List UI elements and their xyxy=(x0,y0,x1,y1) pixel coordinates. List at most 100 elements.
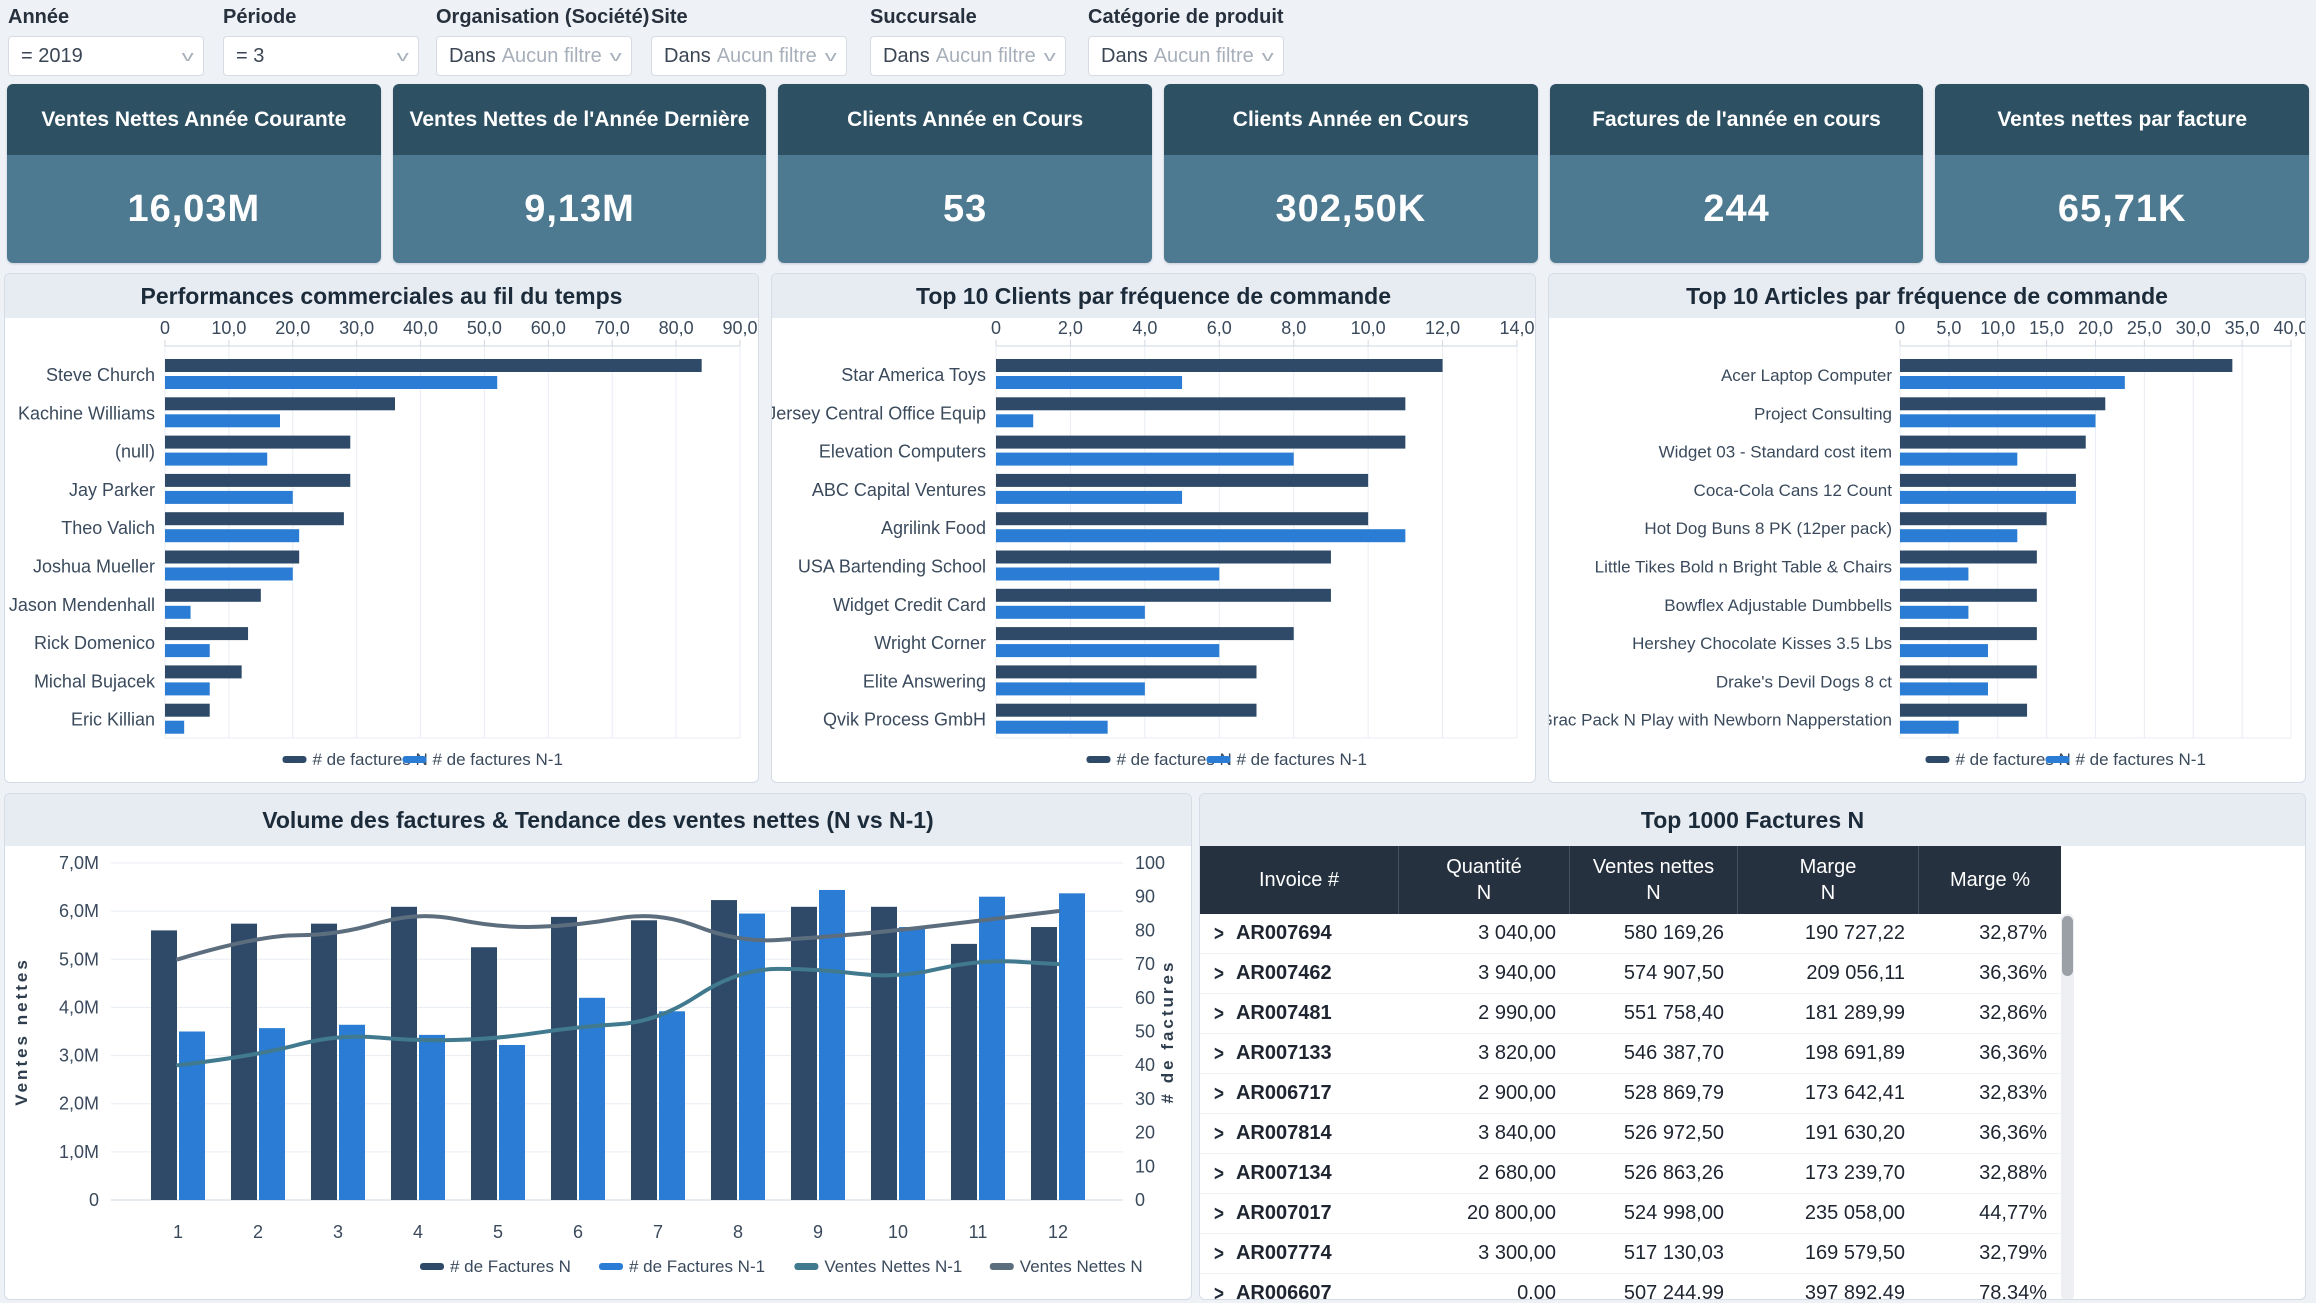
bar-factures-n1[interactable] xyxy=(899,927,925,1200)
bar-n1[interactable] xyxy=(996,682,1145,695)
table-row[interactable]: >AR0066070,00507 244,99397 892,4978,34% xyxy=(1200,1274,2073,1300)
bar-n[interactable] xyxy=(1900,627,2037,640)
table-row[interactable]: >AR0077743 300,00517 130,03169 579,5032,… xyxy=(1200,1234,2073,1274)
bar-factures-n[interactable] xyxy=(631,920,657,1200)
bar-n1[interactable] xyxy=(165,721,184,734)
bar-n1[interactable] xyxy=(165,682,210,695)
bar-factures-n[interactable] xyxy=(791,907,817,1200)
column-header[interactable]: Ventes nettesN xyxy=(1570,846,1738,914)
invoice-cell[interactable]: >AR007814 xyxy=(1200,1122,1399,1145)
invoice-cell[interactable]: >AR007462 xyxy=(1200,962,1399,985)
bar-factures-n[interactable] xyxy=(391,907,417,1200)
bar-factures-n1[interactable] xyxy=(739,914,765,1200)
expand-chevron-icon[interactable]: > xyxy=(1214,922,1224,945)
bar-n1[interactable] xyxy=(996,414,1033,427)
bar-n1[interactable] xyxy=(165,453,267,466)
bar-n[interactable] xyxy=(165,551,299,564)
bar-n1[interactable] xyxy=(165,529,299,542)
invoice-cell[interactable]: >AR007694 xyxy=(1200,922,1399,945)
bar-factures-n1[interactable] xyxy=(1059,893,1085,1200)
bar-factures-n[interactable] xyxy=(951,944,977,1200)
bar-n1[interactable] xyxy=(1900,606,1968,619)
invoice-cell[interactable]: >AR006607 xyxy=(1200,1282,1399,1300)
bar-factures-n1[interactable] xyxy=(499,1045,525,1200)
bar-n1[interactable] xyxy=(996,529,1405,542)
column-header[interactable]: MargeN xyxy=(1738,846,1919,914)
bar-n[interactable] xyxy=(165,704,210,717)
invoice-cell[interactable]: >AR007774 xyxy=(1200,1242,1399,1265)
expand-chevron-icon[interactable]: > xyxy=(1214,1082,1224,1105)
bar-n[interactable] xyxy=(165,359,702,372)
bar-n[interactable] xyxy=(165,512,344,525)
bar-n1[interactable] xyxy=(996,568,1219,581)
bar-n[interactable] xyxy=(165,589,261,602)
bar-n1[interactable] xyxy=(165,414,280,427)
bar-factures-n1[interactable] xyxy=(179,1032,205,1201)
table-row[interactable]: >AR0078143 840,00526 972,50191 630,2036,… xyxy=(1200,1114,2073,1154)
bar-n[interactable] xyxy=(1900,704,2027,717)
bar-n[interactable] xyxy=(996,704,1257,717)
table-row[interactable]: >AR0071333 820,00546 387,70198 691,8936,… xyxy=(1200,1034,2073,1074)
invoice-cell[interactable]: >AR006717 xyxy=(1200,1082,1399,1105)
bar-n[interactable] xyxy=(996,589,1331,602)
expand-chevron-icon[interactable]: > xyxy=(1214,1242,1224,1265)
legend-item[interactable]: Ventes Nettes N xyxy=(990,1257,1143,1276)
bar-n1[interactable] xyxy=(1900,721,1959,734)
bar-factures-n1[interactable] xyxy=(659,1011,685,1200)
table-row[interactable]: >AR00701720 800,00524 998,00235 058,0044… xyxy=(1200,1194,2073,1234)
filter-select-organisation[interactable]: Dans Aucun filtre v xyxy=(436,36,632,76)
bar-n1[interactable] xyxy=(165,644,210,657)
line-ventes-n1[interactable] xyxy=(178,961,1058,1065)
bar-n1[interactable] xyxy=(1900,376,2125,389)
expand-chevron-icon[interactable]: > xyxy=(1214,962,1224,985)
expand-chevron-icon[interactable]: > xyxy=(1214,1122,1224,1145)
table-row[interactable]: >AR0071342 680,00526 863,26173 239,7032,… xyxy=(1200,1154,2073,1194)
bar-n1[interactable] xyxy=(996,491,1182,504)
bar-n1[interactable] xyxy=(1900,414,2096,427)
bar-n1[interactable] xyxy=(165,606,191,619)
invoice-cell[interactable]: >AR007133 xyxy=(1200,1042,1399,1065)
column-header[interactable]: Marge % xyxy=(1919,846,2061,914)
bar-n[interactable] xyxy=(1900,397,2105,410)
bar-factures-n[interactable] xyxy=(231,924,257,1200)
line-ventes-n[interactable] xyxy=(178,911,1058,959)
filter-select-annee[interactable]: = 2019 v xyxy=(8,36,204,76)
bar-n[interactable] xyxy=(996,474,1368,487)
table-row[interactable]: >AR0076943 040,00580 169,26190 727,2232,… xyxy=(1200,914,2073,954)
invoice-cell[interactable]: >AR007134 xyxy=(1200,1162,1399,1185)
table-scrollbar[interactable] xyxy=(2061,914,2074,1300)
bar-n[interactable] xyxy=(1900,512,2047,525)
bar-n[interactable] xyxy=(996,551,1331,564)
invoice-cell[interactable]: >AR007481 xyxy=(1200,1002,1399,1025)
expand-chevron-icon[interactable]: > xyxy=(1214,1002,1224,1025)
bar-n1[interactable] xyxy=(165,568,293,581)
bar-factures-n[interactable] xyxy=(551,917,577,1200)
scrollbar-thumb[interactable] xyxy=(2062,916,2073,976)
bar-n[interactable] xyxy=(996,436,1405,449)
filter-select-succursale[interactable]: Dans Aucun filtre v xyxy=(870,36,1066,76)
bar-n[interactable] xyxy=(1900,551,2037,564)
bar-n[interactable] xyxy=(165,665,242,678)
expand-chevron-icon[interactable]: > xyxy=(1214,1162,1224,1185)
bar-n1[interactable] xyxy=(1900,568,1968,581)
bar-n1[interactable] xyxy=(996,376,1182,389)
legend-item[interactable]: # de Factures N xyxy=(420,1257,571,1276)
bar-n[interactable] xyxy=(165,627,248,640)
bar-n1[interactable] xyxy=(996,721,1108,734)
column-header[interactable]: QuantitéN xyxy=(1399,846,1570,914)
table-row[interactable]: >AR0074623 940,00574 907,50209 056,1136,… xyxy=(1200,954,2073,994)
bar-n[interactable] xyxy=(1900,359,2232,372)
bar-n[interactable] xyxy=(1900,436,2086,449)
bar-factures-n1[interactable] xyxy=(419,1035,445,1200)
bar-factures-n[interactable] xyxy=(871,907,897,1200)
bar-factures-n[interactable] xyxy=(471,947,497,1200)
filter-select-categorie[interactable]: Dans Aucun filtre v xyxy=(1088,36,1284,76)
bar-n[interactable] xyxy=(996,512,1368,525)
bar-n[interactable] xyxy=(1900,665,2037,678)
bar-factures-n[interactable] xyxy=(1031,927,1057,1200)
bar-n1[interactable] xyxy=(1900,644,1988,657)
bar-n1[interactable] xyxy=(1900,529,2017,542)
bar-n[interactable] xyxy=(165,474,350,487)
bar-n1[interactable] xyxy=(165,376,497,389)
expand-chevron-icon[interactable]: > xyxy=(1214,1282,1224,1300)
